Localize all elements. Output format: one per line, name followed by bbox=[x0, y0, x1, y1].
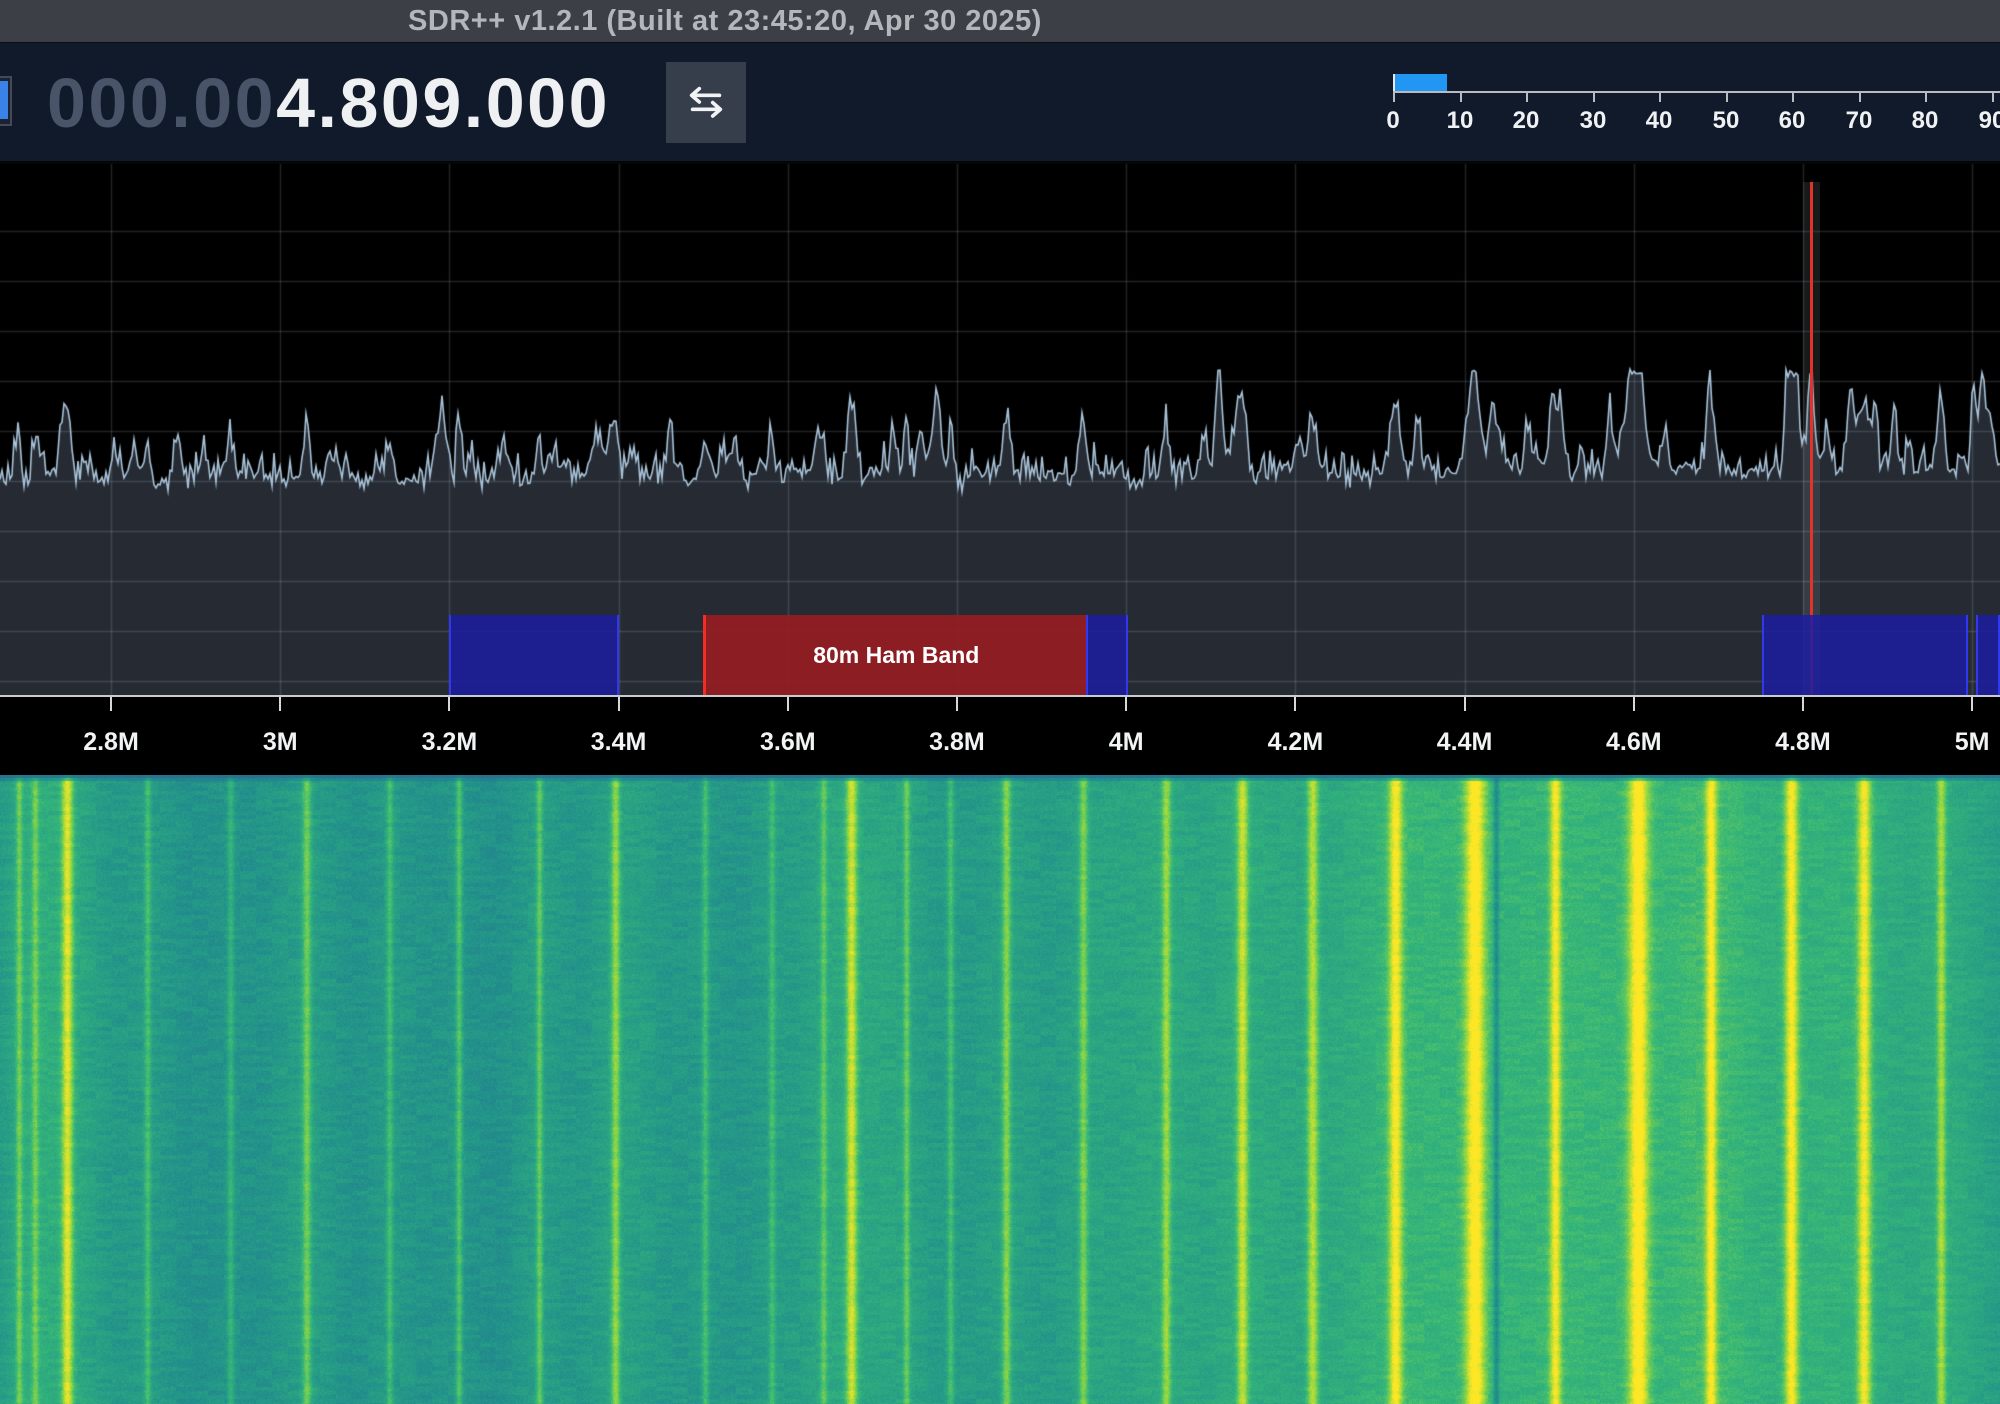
snr-tick bbox=[1659, 93, 1661, 102]
freq-tick bbox=[448, 697, 450, 711]
snr-tick-label: 10 bbox=[1430, 107, 1490, 135]
freq-tick-label: 4.4M bbox=[1415, 728, 1515, 757]
snr-tick-label: 20 bbox=[1496, 107, 1556, 135]
snr-tick-label: 50 bbox=[1696, 107, 1756, 135]
snr-tick bbox=[1992, 93, 1994, 102]
freq-tick-label: 4.8M bbox=[1753, 728, 1853, 757]
snr-tick-label: 30 bbox=[1563, 107, 1623, 135]
frequency-axis-line bbox=[0, 695, 2000, 697]
bandplan-overlay: 80m Ham Band bbox=[0, 615, 2000, 695]
snr-tick-label: 40 bbox=[1629, 107, 1689, 135]
frequency-swap-button[interactable] bbox=[666, 62, 746, 143]
freq-tick bbox=[787, 697, 789, 711]
snr-tick bbox=[1526, 93, 1528, 102]
frequency-leading-zeros: 000.00 bbox=[47, 64, 276, 142]
swap-arrows-icon bbox=[683, 80, 729, 126]
freq-tick-label: 3.4M bbox=[569, 728, 669, 757]
snr-tick bbox=[1460, 93, 1462, 102]
bandplan-band-broadcast-3[interactable] bbox=[1762, 615, 1968, 695]
snr-meter-scale-line bbox=[1393, 91, 2000, 93]
freq-tick bbox=[956, 697, 958, 711]
freq-tick-label: 3.8M bbox=[907, 728, 1007, 757]
freq-tick bbox=[279, 697, 281, 711]
clipped-button-fragment[interactable] bbox=[0, 76, 12, 126]
bandplan-band-broadcast-4[interactable] bbox=[1976, 615, 2000, 695]
band-label: 80m Ham Band bbox=[813, 642, 979, 669]
frequency-active-digits: 4.809.000 bbox=[276, 64, 610, 142]
freq-tick bbox=[618, 697, 620, 711]
freq-tick-label: 3.6M bbox=[738, 728, 838, 757]
waterfall-display[interactable] bbox=[0, 775, 2000, 1404]
title-bar: SDR++ v1.2.1 (Built at 23:45:20, Apr 30 … bbox=[0, 0, 2000, 43]
snr-tick-label: 60 bbox=[1762, 107, 1822, 135]
freq-tick bbox=[1294, 697, 1296, 711]
freq-tick bbox=[1125, 697, 1127, 711]
snr-tick bbox=[1792, 93, 1794, 102]
bandplan-band-80m-ham-band[interactable]: 80m Ham Band bbox=[703, 615, 1086, 695]
freq-tick bbox=[110, 697, 112, 711]
freq-tick bbox=[1971, 697, 1973, 711]
freq-tick-label: 2.8M bbox=[61, 728, 161, 757]
freq-tick-label: 4.2M bbox=[1245, 728, 1345, 757]
bandplan-band-broadcast-0[interactable] bbox=[449, 615, 618, 695]
freq-tick-label: 3.2M bbox=[399, 728, 499, 757]
clipped-button-accent bbox=[0, 81, 8, 119]
snr-tick-label: 0 bbox=[1363, 107, 1423, 135]
snr-tick-label: 70 bbox=[1829, 107, 1889, 135]
snr-meter: 0102030405060708090 bbox=[1393, 74, 2000, 144]
snr-tick bbox=[1393, 93, 1395, 102]
snr-tick bbox=[1726, 93, 1728, 102]
frequency-display[interactable]: 000.004.809.000 bbox=[47, 62, 610, 144]
freq-tick bbox=[1464, 697, 1466, 711]
snr-tick bbox=[1859, 93, 1861, 102]
snr-tick bbox=[1925, 93, 1927, 102]
bandplan-band-broadcast-2[interactable] bbox=[1086, 615, 1127, 695]
snr-tick-label: 80 bbox=[1895, 107, 1955, 135]
snr-tick-label: 90 bbox=[1962, 107, 2000, 135]
snr-tick bbox=[1593, 93, 1595, 102]
frequency-axis[interactable]: 2.8M 3M 3.2M 3.4M 3.6M 3.8M 4M 4.2M 4.4M 4.6M 4.8M… bbox=[0, 695, 2000, 775]
freq-tick-label: 3M bbox=[230, 728, 330, 757]
freq-tick bbox=[1633, 697, 1635, 711]
top-bar: 000.004.809.000 0102030405060708090 bbox=[0, 43, 2000, 164]
snr-meter-bar bbox=[1394, 74, 1447, 91]
freq-tick bbox=[1802, 697, 1804, 711]
sdrpp-window: SDR++ v1.2.1 (Built at 23:45:20, Apr 30 … bbox=[0, 0, 2000, 1404]
freq-tick-label: 4M bbox=[1076, 728, 1176, 757]
window-title: SDR++ v1.2.1 (Built at 23:45:20, Apr 30 … bbox=[0, 0, 1450, 43]
freq-tick-label: 4.6M bbox=[1584, 728, 1684, 757]
freq-tick-label: 5M bbox=[1922, 728, 2000, 757]
